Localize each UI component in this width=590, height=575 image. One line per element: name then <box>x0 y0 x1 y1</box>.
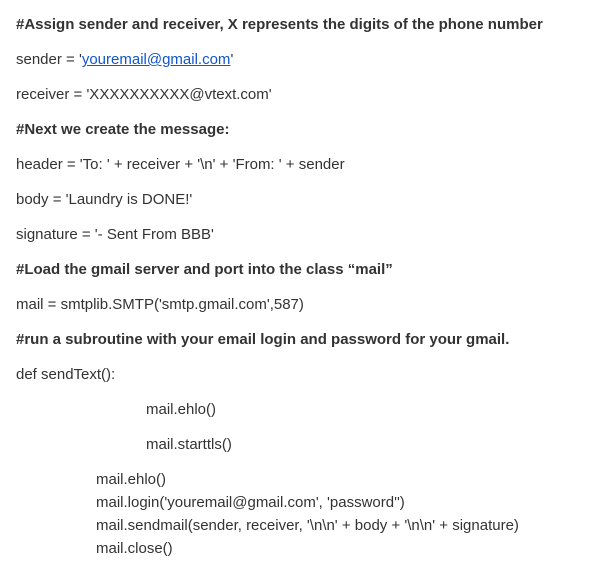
code-signature: signature = '- Sent From BBB' <box>16 224 574 245</box>
code-ehlo-2: mail.ehlo() <box>16 469 574 490</box>
code-login: mail.login('youremail@gmail.com', 'passw… <box>16 492 574 513</box>
code-sendmail: mail.sendmail(sender, receiver, '\n\n' +… <box>16 515 574 536</box>
comment-assign: #Assign sender and receiver, X represent… <box>16 14 574 35</box>
code-ehlo-1: mail.ehlo() <box>16 399 574 420</box>
code-sender: sender = 'youremail@gmail.com' <box>16 49 574 70</box>
email-link[interactable]: youremail@gmail.com <box>82 51 231 68</box>
code-mail: mail = smtplib.SMTP('smtp.gmail.com',587… <box>16 294 574 315</box>
text-part: ' <box>230 51 233 68</box>
text-part: sender = ' <box>16 51 82 68</box>
code-close: mail.close() <box>16 538 574 559</box>
comment-load: #Load the gmail server and port into the… <box>16 259 574 280</box>
code-header: header = 'To: ' + receiver + '\n' + 'Fro… <box>16 154 574 175</box>
code-def: def sendText(): <box>16 364 574 385</box>
comment-message: #Next we create the message: <box>16 119 574 140</box>
code-receiver: receiver = 'XXXXXXXXXX@vtext.com' <box>16 84 574 105</box>
comment-subroutine: #run a subroutine with your email login … <box>16 329 574 350</box>
code-body: body = 'Laundry is DONE!' <box>16 189 574 210</box>
code-starttls: mail.starttls() <box>16 434 574 455</box>
